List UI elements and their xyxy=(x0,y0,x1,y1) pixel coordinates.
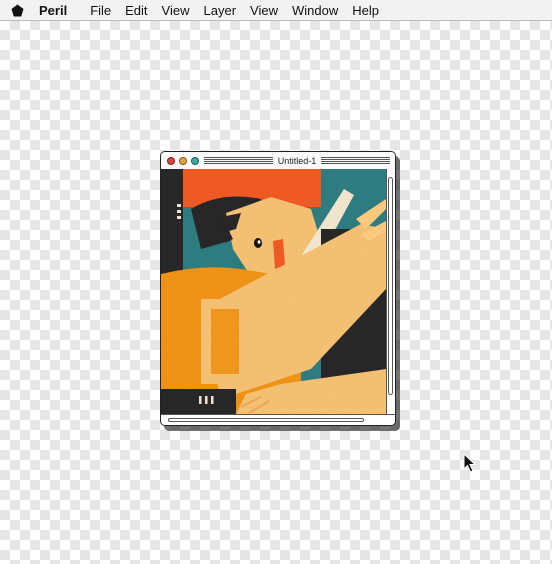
menu-layer[interactable]: Layer xyxy=(204,3,237,18)
menu-window[interactable]: Window xyxy=(292,3,338,18)
minimize-button[interactable] xyxy=(179,156,187,165)
window-titlebar[interactable]: Untitled-1 xyxy=(161,152,395,170)
pentagon-logo-icon[interactable] xyxy=(11,3,25,17)
close-button[interactable] xyxy=(167,156,175,165)
titlebar-stripes xyxy=(204,157,273,164)
horizontal-scroll-thumb[interactable] xyxy=(168,418,364,422)
menu-view-2[interactable]: View xyxy=(250,3,278,18)
window-title: Untitled-1 xyxy=(277,155,317,166)
artwork-canvas[interactable] xyxy=(161,169,386,414)
menu-file[interactable]: File xyxy=(90,3,111,18)
menu-edit[interactable]: Edit xyxy=(125,3,147,18)
zoom-button[interactable] xyxy=(191,156,199,165)
menu-view[interactable]: View xyxy=(162,3,190,18)
app-name-menu[interactable]: Peril xyxy=(39,3,67,18)
titlebar-stripes-right xyxy=(321,157,390,164)
illustration-image xyxy=(161,169,386,414)
mouse-pointer-icon xyxy=(463,453,477,473)
document-window: Untitled-1 xyxy=(160,151,396,426)
menu-help[interactable]: Help xyxy=(352,3,379,18)
vertical-scroll-thumb[interactable] xyxy=(388,177,393,395)
menu-bar: Peril File Edit View Layer View Window H… xyxy=(0,0,552,21)
vertical-scrollbar[interactable] xyxy=(386,169,395,414)
horizontal-scrollbar[interactable] xyxy=(161,414,395,425)
